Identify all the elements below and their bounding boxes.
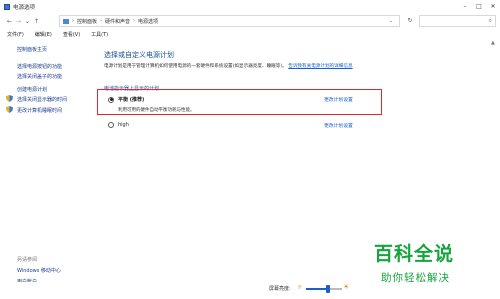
breadcrumb-hardware-sound[interactable]: 硬件和声音 [105, 18, 130, 25]
learn-more-link[interactable]: 告诉我有关电源计划的详细信息 [288, 64, 352, 69]
address-dropdown-icon[interactable]: ⌄ [389, 18, 393, 24]
description-text: 电源计划是用于管理计算机如何使用电源的一套硬件和系统设置(如显示器亮度、睡眠等)… [104, 64, 287, 69]
forward-arrow-icon[interactable]: → [14, 18, 23, 25]
plan-option-high[interactable]: high [108, 122, 129, 128]
address-bar: ← → ⌄ ↑ › 控制面板 › 硬件和声音 › 电源选项 ⌄ ↻ ⌕ [0, 13, 500, 29]
menu-tools[interactable]: 工具(T) [91, 31, 108, 38]
control-panel-icon [63, 18, 69, 24]
change-plan-settings-link[interactable]: 更改计划设置 [324, 96, 353, 103]
radio-high[interactable] [108, 122, 114, 128]
power-options-icon [4, 3, 10, 10]
brightness-slider[interactable] [306, 285, 342, 293]
see-also-mobility-center[interactable]: Windows 移动中心 [17, 267, 61, 274]
close-button[interactable]: ✕ [486, 0, 500, 13]
window-controls: – □ ✕ [458, 0, 500, 13]
breadcrumb-separator: › [100, 18, 103, 24]
radio-balanced[interactable] [108, 96, 114, 103]
search-box[interactable]: ⌕ [419, 15, 496, 27]
sidebar-link-power-button[interactable]: 选择电源按钮的功能 [17, 63, 62, 70]
sidebar-link-lid-close[interactable]: 选择关闭盖子的功能 [17, 73, 62, 80]
see-also-heading: 另请参阅 [17, 257, 38, 263]
menu-file[interactable]: 文件(F) [7, 31, 24, 38]
breadcrumb-separator: › [133, 18, 136, 24]
sidebar-link-sleep-time[interactable]: 更改计算机睡眠时间 [17, 107, 62, 114]
up-arrow-icon[interactable]: ↑ [32, 18, 41, 25]
brightness-high-icon: ☀ [343, 283, 350, 291]
plan-name: high [118, 122, 129, 128]
brightness-low-icon: ☼ [297, 284, 303, 291]
sidebar-link-display-off[interactable]: 选择关闭显示器的时间 [17, 96, 67, 103]
shield-icon [6, 106, 13, 113]
menu-bar: 文件(F) 编辑(E) 查看(V) 工具(T) [0, 29, 500, 39]
change-plan-settings-link[interactable]: 更改计划设置 [324, 122, 353, 129]
breadcrumb-power-options[interactable]: 电源选项 [138, 18, 158, 25]
sidebar-link-control-panel-home[interactable]: 控制面板主页 [17, 46, 47, 53]
refresh-icon[interactable]: ↻ [404, 15, 416, 27]
brightness-label: 屏幕亮度: [269, 286, 291, 292]
plan-name: 平衡 (推荐) [118, 97, 145, 103]
sidebar: 控制面板主页 选择电源按钮的功能 选择关闭盖子的功能 创建电源计划 选择关闭显示… [0, 40, 88, 299]
brightness-slider-fill [306, 288, 328, 290]
maximize-button[interactable]: □ [472, 0, 486, 13]
brightness-slider-thumb[interactable] [325, 285, 330, 293]
window-title: 电源选项 [13, 4, 36, 11]
watermark-title: 百科全说 [374, 243, 455, 265]
plan-option-balanced[interactable]: 平衡 (推荐) [108, 96, 144, 103]
sidebar-link-create-plan[interactable]: 创建电源计划 [17, 86, 47, 93]
address-box[interactable]: › 控制面板 › 硬件和声音 › 电源选项 ⌄ [59, 15, 400, 27]
menu-view[interactable]: 查看(V) [63, 31, 80, 38]
recent-dropdown-icon[interactable]: ⌄ [23, 18, 32, 25]
back-arrow-icon[interactable]: ← [5, 18, 14, 25]
title-bar: 电源选项 – □ ✕ [0, 0, 500, 13]
watermark-subtitle: 助你轻松解决 [381, 272, 450, 284]
breadcrumb-control-panel[interactable]: 控制面板 [77, 18, 97, 25]
menu-edit[interactable]: 编辑(E) [35, 31, 52, 38]
page-description: 电源计划是用于管理计算机如何使用电源的一套硬件和系统设置(如显示器亮度、睡眠等)… [104, 63, 368, 70]
breadcrumb-separator: › [72, 18, 74, 24]
page-title: 选择或自定义电源计划 [104, 51, 174, 59]
search-icon: ⌕ [488, 17, 492, 24]
watermark: 百科全说 助你轻松解决 [374, 239, 498, 297]
scroll-up-icon[interactable]: ▲ [491, 40, 495, 46]
plan-subtitle: 利用可用的硬件自动平衡功耗与性能。 [118, 108, 195, 113]
minimize-button[interactable]: – [458, 0, 472, 13]
shield-icon [6, 95, 13, 102]
